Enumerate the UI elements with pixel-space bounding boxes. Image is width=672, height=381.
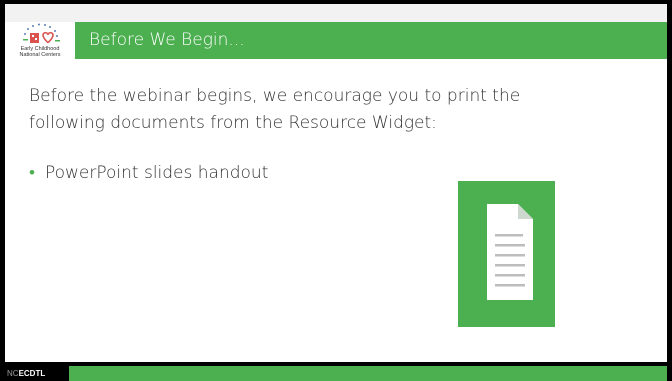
slide: Early Childhood National Centers Before … <box>0 0 672 381</box>
slide-footer: NCECDTL <box>0 362 672 381</box>
bullet-item-powerpoint-handout: • PowerPoint slides handout <box>29 163 268 183</box>
slide-title: Before We Begin... <box>89 30 245 50</box>
document-tile <box>458 181 555 327</box>
bullet-list: • PowerPoint slides handout <box>29 163 268 183</box>
slide-content: Before the webinar begins, we encourage … <box>5 59 667 362</box>
footer-logo-strong: ECDTL <box>18 369 46 378</box>
bullet-dot: • <box>29 163 35 183</box>
document-icon <box>487 204 533 300</box>
bullet-label: PowerPoint slides handout <box>44 163 269 183</box>
ncecdtl-logo: NCECDTL <box>4 366 69 381</box>
footer-logo-prefix: NC <box>7 369 19 378</box>
title-bar: Before We Begin... <box>75 22 667 59</box>
logo-line-2: National Centers <box>19 52 61 58</box>
footer-bar <box>69 366 667 381</box>
logo-text: Early Childhood National Centers <box>5 46 75 58</box>
slide-header: Early Childhood National Centers Before … <box>5 4 667 59</box>
logo-mark-icon <box>23 23 60 44</box>
ecnc-logo: Early Childhood National Centers <box>5 22 75 59</box>
intro-paragraph: Before the webinar begins, we encourage … <box>29 86 521 133</box>
